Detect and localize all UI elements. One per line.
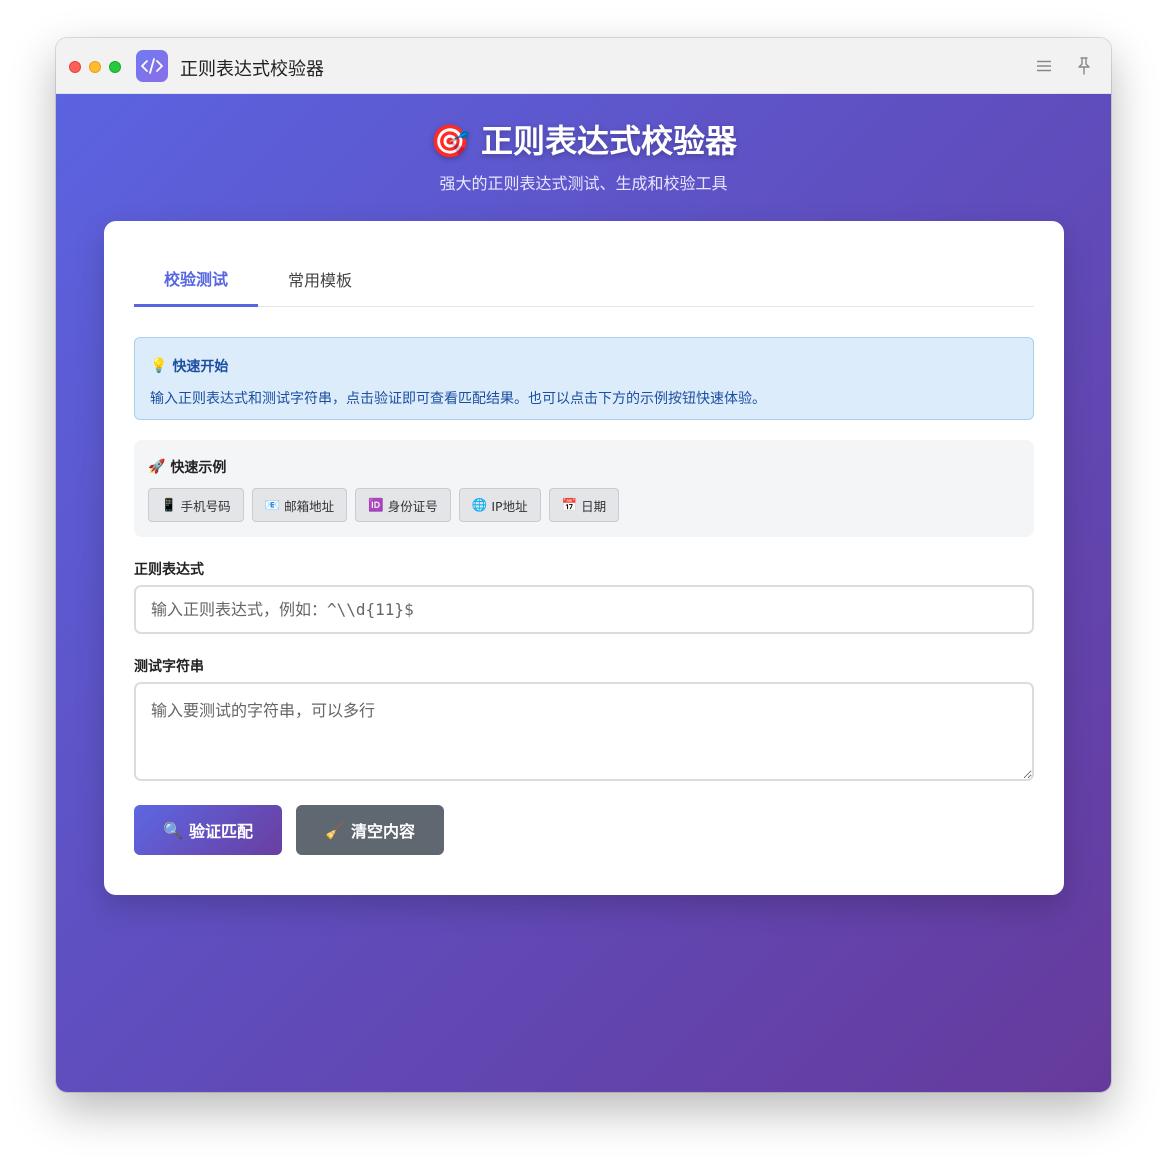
examples-title-text: 快速示例 — [170, 460, 227, 476]
page-title-text: 正则表达式校验器 — [480, 122, 737, 160]
main-card: 校验测试 常用模板 💡 快速开始 输入正则表达式和测试字符串，点击验证即可查看匹… — [104, 221, 1064, 895]
tip-title: 💡 快速开始 — [150, 356, 1018, 376]
close-window-button[interactable] — [69, 61, 81, 73]
example-label: IP地址 — [491, 498, 528, 514]
broom-icon: 🧹 — [325, 820, 345, 840]
tab-bar: 校验测试 常用模板 — [134, 251, 1034, 307]
mobile-phone-icon: 📱 — [161, 497, 177, 512]
clear-label: 清空内容 — [350, 822, 415, 841]
magnifier-icon: 🔍 — [163, 820, 183, 840]
example-email-button[interactable]: 📧 邮箱地址 — [251, 488, 348, 522]
email-icon: 📧 — [264, 497, 281, 512]
window-title: 正则表达式校验器 — [180, 59, 324, 80]
pin-icon[interactable] — [1075, 56, 1093, 76]
window-controls — [69, 61, 121, 73]
zoom-window-button[interactable] — [109, 61, 121, 73]
example-buttons: 📱 手机号码 📧 邮箱地址 🆔 身份证号 🌐 IP地址 📅 日期 — [148, 488, 1020, 522]
quick-start-tip: 💡 快速开始 输入正则表达式和测试字符串，点击验证即可查看匹配结果。也可以点击下… — [134, 337, 1034, 420]
title-bar-actions — [1035, 56, 1093, 76]
regex-input[interactable] — [134, 585, 1034, 634]
menu-icon[interactable] — [1035, 56, 1053, 76]
example-label: 身份证号 — [387, 498, 438, 514]
title-bar: 正则表达式校验器 — [56, 38, 1111, 94]
target-icon: 🎯 — [430, 122, 470, 160]
globe-icon: 🌐 — [471, 497, 488, 512]
minimize-window-button[interactable] — [89, 61, 101, 73]
code-icon — [136, 50, 168, 82]
examples-title: 🚀 快速示例 — [148, 457, 1020, 477]
lightbulb-icon: 💡 — [150, 358, 168, 374]
example-ip-button[interactable]: 🌐 IP地址 — [458, 488, 541, 522]
rocket-icon: 🚀 — [148, 459, 166, 475]
quick-examples-panel: 🚀 快速示例 📱 手机号码 📧 邮箱地址 🆔 身份证号 🌐 IP地址 📅 日期 — [134, 440, 1034, 537]
app-window: 正则表达式校验器 🎯 正则表达式校验器 强大的正则表达式测试、生成和校验工具 校… — [56, 38, 1111, 1092]
clear-content-button[interactable]: 🧹 清空内容 — [296, 805, 444, 855]
test-string-input[interactable] — [134, 682, 1034, 781]
validate-label: 验证匹配 — [188, 822, 253, 841]
page-subtitle: 强大的正则表达式测试、生成和校验工具 — [439, 174, 728, 193]
example-id-card-button[interactable]: 🆔 身份证号 — [355, 488, 451, 522]
example-label: 邮箱地址 — [284, 498, 335, 514]
example-label: 日期 — [581, 498, 607, 514]
tip-title-text: 快速开始 — [172, 359, 229, 375]
validate-match-button[interactable]: 🔍 验证匹配 — [134, 805, 282, 855]
example-label: 手机号码 — [180, 498, 231, 514]
regex-label: 正则表达式 — [134, 562, 204, 578]
id-icon: 🆔 — [368, 497, 384, 512]
tab-validate-test[interactable]: 校验测试 — [134, 251, 258, 307]
page-title: 🎯 正则表达式校验器 — [56, 116, 1111, 162]
example-date-button[interactable]: 📅 日期 — [548, 488, 620, 522]
app-content: 🎯 正则表达式校验器 强大的正则表达式测试、生成和校验工具 校验测试 常用模板 … — [56, 94, 1111, 1092]
tip-body: 输入正则表达式和测试字符串，点击验证即可查看匹配结果。也可以点击下方的示例按钮快… — [150, 391, 766, 407]
example-phone-button[interactable]: 📱 手机号码 — [148, 488, 244, 522]
test-string-label: 测试字符串 — [134, 659, 204, 675]
tab-common-templates[interactable]: 常用模板 — [258, 251, 382, 307]
calendar-icon: 📅 — [561, 497, 578, 512]
